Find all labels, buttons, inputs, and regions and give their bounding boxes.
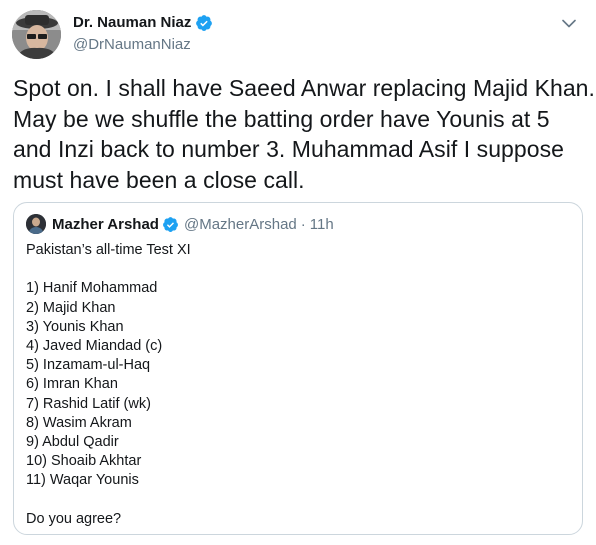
list-item: 8) Wasim Akram xyxy=(26,414,132,431)
author-display-name[interactable]: Dr. Nauman Niaz xyxy=(73,13,191,33)
tweet-text-line: May be we shuffle the batting order have… xyxy=(13,105,550,132)
author-names: Dr. Nauman Niaz @DrNaumanNiaz xyxy=(73,12,213,55)
quoted-author-handle: @MazherArshad xyxy=(183,215,297,233)
quoted-closing: Do you agree? xyxy=(26,510,122,527)
author-handle[interactable]: @DrNaumanNiaz xyxy=(73,35,213,55)
list-item: 7) Rashid Latif (wk) xyxy=(26,395,151,412)
tweet-card: Dr. Nauman Niaz @DrNaumanNiaz Spot on. I… xyxy=(0,0,596,545)
quoted-intro: Pakistan’s all-time Test XI xyxy=(26,242,191,258)
tweet-text-line: Spot on. I shall have Saeed Anwar replac… xyxy=(13,75,595,101)
verified-badge-icon xyxy=(162,216,179,233)
meta-separator: · xyxy=(300,215,306,233)
more-options-button[interactable] xyxy=(558,12,580,34)
list-item: 5) Inzamam-ul-Haq xyxy=(26,357,151,374)
avatar-photo-icon xyxy=(12,10,61,59)
quoted-author-avatar xyxy=(26,214,46,234)
list-item: 1) Hanif Mohammad xyxy=(26,280,158,297)
author-avatar[interactable] xyxy=(12,10,61,59)
verified-badge-icon xyxy=(195,14,213,32)
tweet-text-line: and Inzi back to number 3. Muhammad Asif… xyxy=(13,136,564,162)
avatar-photo-icon xyxy=(26,214,46,234)
list-item: 2) Majid Khan xyxy=(26,299,116,316)
list-item: 3) Younis Khan xyxy=(26,318,124,335)
quoted-author-display-name: Mazher Arshad xyxy=(52,215,159,233)
list-item: 6) Imran Khan xyxy=(26,376,118,393)
list-item: 9) Abdul Qadir xyxy=(26,433,119,450)
quoted-tweet[interactable]: Mazher Arshad @MazherArshad · 11h Pakist… xyxy=(13,202,583,535)
list-item: 10) Shoaib Akhtar xyxy=(26,453,142,470)
tweet-text-line: must have been a close call. xyxy=(13,166,305,193)
quoted-tweet-timestamp[interactable]: 11h xyxy=(310,216,334,233)
list-item: 11) Waqar Younis xyxy=(26,472,139,489)
list-item: 4) Javed Miandad (c) xyxy=(26,337,163,354)
chevron-down-icon xyxy=(562,19,576,27)
tweet-header: Dr. Nauman Niaz @DrNaumanNiaz xyxy=(12,10,584,62)
quoted-tweet-header: Mazher Arshad @MazherArshad · 11h xyxy=(26,213,334,235)
quoted-tweet-text: Pakistan’s all-time Test XI 1) Hanif Moh… xyxy=(26,241,191,529)
tweet-text: Spot on. I shall have Saeed Anwar replac… xyxy=(13,73,595,195)
display-name-row: Dr. Nauman Niaz xyxy=(73,12,213,34)
